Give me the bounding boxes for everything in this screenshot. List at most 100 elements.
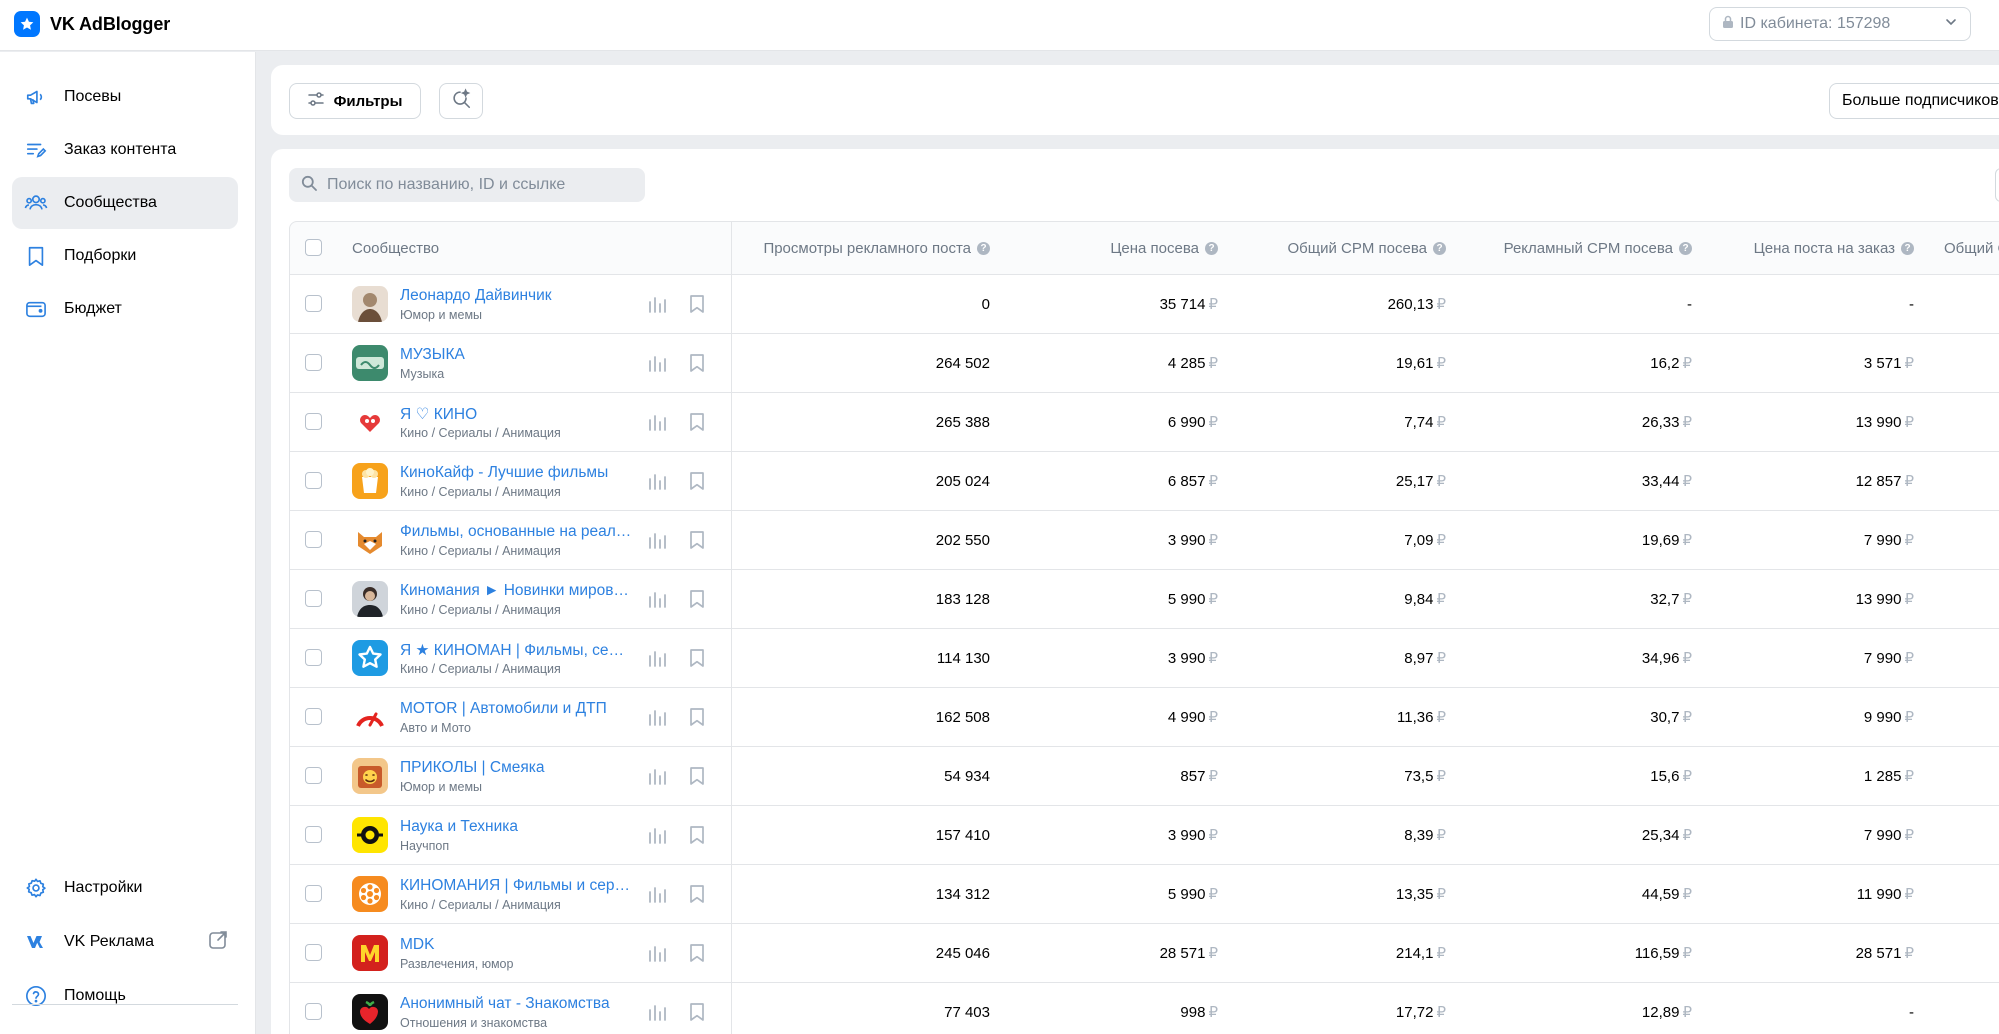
table-row[interactable]: Фильмы, основанные на реальных событиях К… [289,511,1999,570]
table-row[interactable]: Леонардо Дайвинчик Юмор и мемы 0 35 714 ₽ 260… [289,275,1999,334]
sidebar-item-settings[interactable]: Настройки [12,862,238,914]
bookmark-icon[interactable] [688,353,706,373]
stats-icon[interactable] [648,295,668,313]
row-checkbox[interactable] [305,708,322,725]
sidebar-item-vk-ads[interactable]: VK Реклама [12,916,238,968]
sidebar-item-collections[interactable]: Подборки [12,230,238,282]
community-name-link[interactable]: КИНОМАНИЯ | Фильмы и сериалы [400,877,632,895]
community-name-link[interactable]: Я ♡ КИНО [400,405,632,424]
community-avatar[interactable] [352,817,388,853]
row-checkbox[interactable] [305,413,322,430]
column-header-community[interactable]: Сообщество [352,222,439,274]
community-avatar[interactable] [352,640,388,676]
select-all-checkbox[interactable] [305,239,322,256]
stats-icon[interactable] [648,413,668,431]
table-row[interactable]: МУЗЫКА Музыка 264 502 4 285 ₽ 19,61 ₽ 16,2 ₽ 3 57… [289,334,1999,393]
sidebar-item-content-order[interactable]: Заказ контента [12,124,238,176]
community-avatar[interactable] [352,286,388,322]
bookmark-icon[interactable] [688,707,706,727]
bookmark-icon[interactable] [688,530,706,550]
stats-icon[interactable] [648,885,668,903]
community-name-link[interactable]: Я ★ КИНОМАН | Фильмы, сериалы [400,641,632,660]
bookmark-icon[interactable] [688,884,706,904]
table-row[interactable]: Киномания ► Новинки мирового кино Кино / … [289,570,1999,629]
search-input[interactable] [327,176,627,194]
stats-icon[interactable] [648,354,668,372]
sort-select[interactable]: Больше подписчиков [1829,83,1999,119]
community-avatar[interactable] [352,522,388,558]
bookmark-icon[interactable] [688,943,706,963]
bookmark-icon[interactable] [688,471,706,491]
sidebar-item-budget[interactable]: Бюджет [12,283,238,335]
column-header-cpm[interactable]: Общий CPM посева? [1218,222,1446,274]
bookmark-icon[interactable] [688,412,706,432]
search-box[interactable] [289,168,645,202]
stats-icon[interactable] [648,1003,668,1021]
bookmark-icon[interactable] [688,766,706,786]
community-name-link[interactable]: МУЗЫКА [400,346,632,364]
column-header-views[interactable]: Просмотры рекламного поста? [732,222,990,274]
stats-icon[interactable] [648,767,668,785]
table-row[interactable]: КИНОМАНИЯ | Фильмы и сериалы Кино / Сериа… [289,865,1999,924]
community-avatar[interactable] [352,994,388,1030]
smart-search-button[interactable] [439,83,483,119]
row-checkbox[interactable] [305,472,322,489]
sidebar-item-help[interactable]: Помощь [12,970,238,1022]
community-name-link[interactable]: MDK [400,936,632,954]
filters-button[interactable]: Фильтры [289,83,421,119]
row-checkbox[interactable] [305,767,322,784]
community-avatar[interactable] [352,935,388,971]
stats-icon[interactable] [648,531,668,549]
bookmark-icon[interactable] [688,589,706,609]
community-avatar[interactable] [352,463,388,499]
community-avatar[interactable] [352,404,388,440]
community-avatar[interactable] [352,581,388,617]
community-name-link[interactable]: Наука и Техника [400,818,632,836]
table-row[interactable]: Анонимный чат - Знакомства Отношения и зн… [289,983,1999,1034]
bookmark-icon[interactable] [688,294,706,314]
community-name-link[interactable]: ПРИКОЛЫ | Смеяка [400,759,632,777]
row-checkbox[interactable] [305,295,322,312]
row-checkbox[interactable] [305,531,322,548]
table-row[interactable]: КиноКайф - Лучшие фильмы Кино / Сериалы /… [289,452,1999,511]
bookmark-icon[interactable] [688,1002,706,1022]
view-toggle-button[interactable] [1995,168,1999,202]
table-row[interactable]: Я ★ КИНОМАН | Фильмы, сериалы Кино / Сери… [289,629,1999,688]
column-header-price[interactable]: Цена посева? [990,222,1218,274]
sidebar-item-communities[interactable]: Сообщества [12,177,238,229]
cabinet-select[interactable]: ID кабинета: 157298 [1709,7,1971,41]
app-logo[interactable]: VK AdBlogger [14,11,170,37]
stats-icon[interactable] [648,944,668,962]
stats-icon[interactable] [648,826,668,844]
community-name-link[interactable]: КиноКайф - Лучшие фильмы [400,464,632,482]
bookmark-icon[interactable] [688,825,706,845]
column-header-total-cpm[interactable]: Общий CPM [1914,222,1999,274]
table-row[interactable]: MDK Развлечения, юмор 245 046 28 571 ₽ 214,1 ₽… [289,924,1999,983]
sidebar-item-posevy[interactable]: Посевы [12,71,238,123]
table-row[interactable]: ПРИКОЛЫ | Смеяка Юмор и мемы 54 934 857 ₽ 73,… [289,747,1999,806]
row-checkbox[interactable] [305,885,322,902]
community-avatar[interactable] [352,345,388,381]
row-checkbox[interactable] [305,354,322,371]
row-checkbox[interactable] [305,590,322,607]
row-checkbox[interactable] [305,649,322,666]
row-checkbox[interactable] [305,826,322,843]
column-header-order-price[interactable]: Цена поста на заказ? [1692,222,1914,274]
row-checkbox[interactable] [305,944,322,961]
community-name-link[interactable]: Леонардо Дайвинчик [400,287,632,305]
community-name-link[interactable]: Фильмы, основанные на реальных событиях [400,523,632,541]
community-avatar[interactable] [352,699,388,735]
stats-icon[interactable] [648,590,668,608]
column-header-ad-cpm[interactable]: Рекламный CPM посева? [1446,222,1692,274]
community-avatar[interactable] [352,758,388,794]
community-avatar[interactable] [352,876,388,912]
community-name-link[interactable]: MOTOR | Автомобили и ДТП [400,700,632,718]
community-name-link[interactable]: Анонимный чат - Знакомства [400,995,632,1013]
stats-icon[interactable] [648,472,668,490]
bookmark-icon[interactable] [688,648,706,668]
table-row[interactable]: MOTOR | Автомобили и ДТП Авто и Мото 162 5… [289,688,1999,747]
row-checkbox[interactable] [305,1003,322,1020]
stats-icon[interactable] [648,649,668,667]
table-row[interactable]: Я ♡ КИНО Кино / Сериалы / Анимация 265 388… [289,393,1999,452]
table-row[interactable]: Наука и Техника Научпоп 157 410 3 990 ₽ 8,39 ₽… [289,806,1999,865]
